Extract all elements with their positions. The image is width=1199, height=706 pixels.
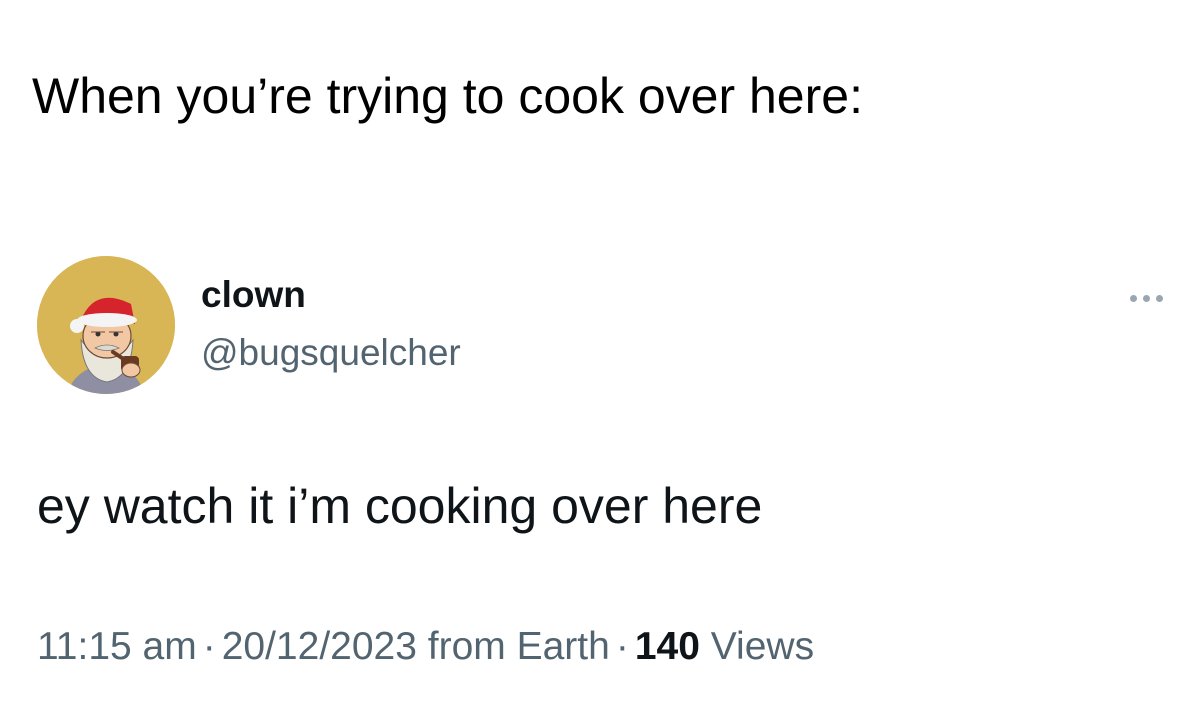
- ellipsis-icon: [1142, 294, 1150, 302]
- tweet-date[interactable]: 20/12/2023: [222, 625, 417, 668]
- views-count[interactable]: 140: [635, 625, 700, 668]
- ellipsis-icon: [1129, 294, 1137, 302]
- more-options-button[interactable]: [1118, 283, 1174, 313]
- tweet-meta: 11:15 am · 20/12/2023 from Earth · 140 Views: [37, 622, 814, 672]
- ellipsis-icon: [1155, 294, 1163, 302]
- meta-separator: ·: [202, 625, 216, 668]
- views-label[interactable]: Views: [711, 625, 814, 668]
- tweet-time[interactable]: 11:15 am: [37, 625, 197, 668]
- avatar[interactable]: [37, 256, 175, 394]
- santa-avatar-icon: [37, 256, 175, 394]
- display-name[interactable]: clown: [201, 272, 306, 318]
- tweet-text: ey watch it i’m cooking over here: [37, 478, 763, 534]
- tweet-card: clown @bugsquelcher ey watch it i’m cook…: [0, 0, 1199, 706]
- meta-separator: ·: [615, 625, 629, 668]
- user-handle[interactable]: @bugsquelcher: [201, 330, 461, 376]
- tweet-source: from Earth: [427, 625, 610, 668]
